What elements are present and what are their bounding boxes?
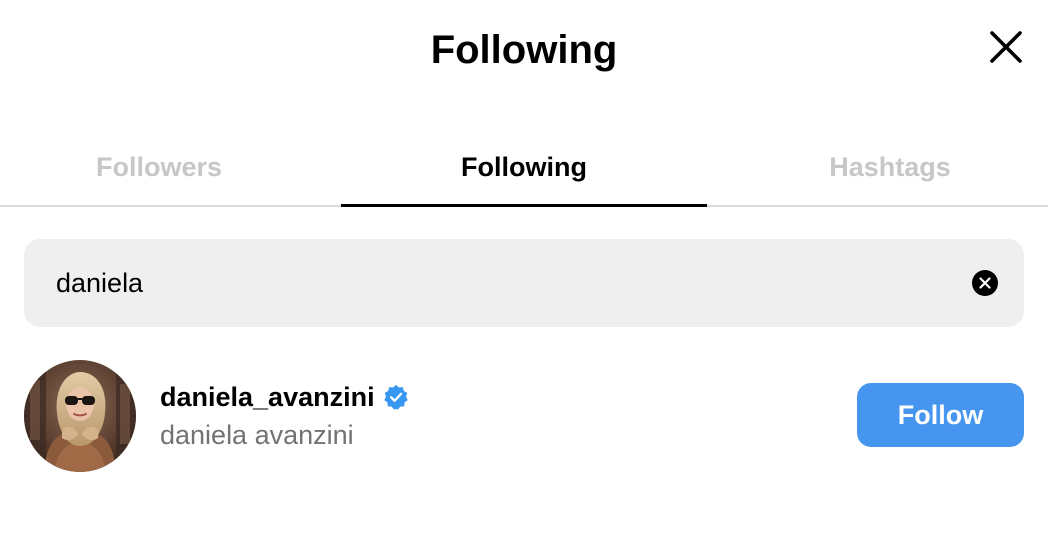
clear-search-button[interactable]: [972, 270, 998, 296]
modal-title: Following: [430, 28, 618, 72]
close-icon: [990, 31, 1022, 63]
modal-header: Following: [0, 0, 1048, 100]
close-button[interactable]: [986, 27, 1026, 67]
username: daniela_avanzini: [160, 382, 375, 412]
profile-photo: [24, 360, 136, 472]
search-bar: [24, 239, 1024, 327]
clear-circle-icon: [979, 277, 991, 289]
tab-bar: Followers Following Hashtags: [0, 128, 1048, 207]
search-input[interactable]: [56, 263, 936, 303]
verified-badge-icon: [383, 384, 408, 410]
full-name: daniela avanzini: [160, 420, 354, 450]
list-item: daniela_avanzini daniela avanzini Follow: [0, 356, 1048, 476]
following-modal: Following Followers Following Hashtags d…: [0, 0, 1048, 540]
follow-button[interactable]: Follow: [857, 383, 1024, 447]
tab-following[interactable]: Following: [341, 128, 707, 207]
avatar[interactable]: [24, 360, 136, 472]
tab-hashtags[interactable]: Hashtags: [707, 128, 1048, 207]
username-link[interactable]: daniela_avanzini: [160, 380, 409, 414]
active-tab-indicator: [341, 204, 707, 207]
tab-followers[interactable]: Followers: [0, 128, 342, 207]
